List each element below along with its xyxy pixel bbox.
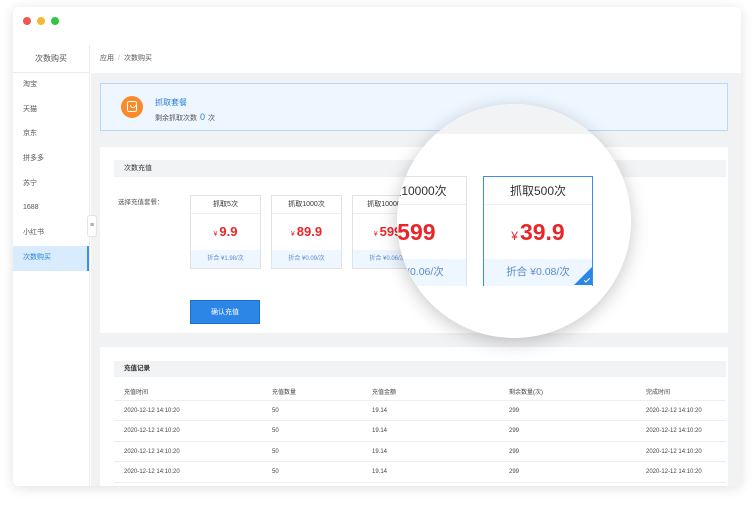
package-price: ¥599 bbox=[397, 205, 466, 259]
currency-symbol: ¥ bbox=[213, 231, 218, 238]
currency-symbol: ¥ bbox=[511, 229, 518, 243]
cell-finish-time: 2020-12-12 14:10:20 bbox=[646, 469, 702, 475]
remaining-unit: 次 bbox=[208, 115, 216, 122]
package-unit-price: 折合 ¥0.09/次 bbox=[272, 250, 341, 268]
table-row: 2020-12-12 14:10:20 50 19.14 299 2020-12… bbox=[114, 442, 726, 462]
package-price: ¥89.9 bbox=[272, 214, 341, 250]
cell-recharge-time: 2020-12-12 14:10:20 bbox=[124, 469, 180, 475]
table-row: 2020-12-12 14:10:20 50 19.14 299 2020-12… bbox=[114, 421, 726, 442]
sidebar-item-taobao[interactable]: 淘宝 bbox=[13, 73, 89, 98]
banner-title: 抓取套餐 bbox=[155, 98, 187, 107]
sidebar-item-suning[interactable]: 苏宁 bbox=[13, 172, 89, 197]
shopping-bag-icon bbox=[121, 96, 143, 118]
column-header: 完成时间 bbox=[646, 390, 671, 396]
package-card-1000[interactable]: 抓取1000次 ¥89.9 折合 ¥0.09/次 bbox=[271, 195, 342, 269]
cell-amount: 19.14 bbox=[372, 428, 388, 434]
column-header: 剩余数量(次) bbox=[509, 390, 543, 396]
cell-finish-time: 2020-12-12 14:10:20 bbox=[646, 407, 702, 414]
cell-recharge-time: 2020-12-12 14:10:20 bbox=[124, 428, 180, 434]
sidebar-item-tmall[interactable]: 天猫 bbox=[13, 98, 89, 123]
currency-symbol: ¥ bbox=[290, 231, 295, 238]
cell-remaining: 299 bbox=[509, 448, 520, 455]
records-panel: 充值记录 充值时间 充值数量 充值金额 剩余数量(次) 完成时间 2020-12… bbox=[100, 347, 728, 486]
table-header-row: 充值时间 充值数量 充值金额 剩余数量(次) 完成时间 bbox=[114, 380, 726, 401]
records-title: 充值记录 bbox=[114, 361, 726, 377]
cell-finish-time: 2020-12-12 14:10:20 bbox=[646, 448, 702, 455]
minimize-window-button[interactable] bbox=[37, 17, 45, 25]
sidebar-collapse-icon[interactable]: ≡ bbox=[87, 215, 97, 237]
cell-remaining: 299 bbox=[509, 407, 520, 414]
confirm-recharge-button[interactable]: 确认充值 bbox=[190, 300, 260, 324]
package-name: 抓取500次 bbox=[484, 177, 592, 205]
app-window: 次数购买 应用 / 次数购买 淘宝 天猫 京东 拼多多 苏宁 1688 小红书 次数… bbox=[13, 7, 741, 486]
cell-remaining: 299 bbox=[509, 469, 520, 475]
table-row: 2020-12-12 14:10:20 50 19.14 299 2020-12… bbox=[114, 401, 726, 421]
close-window-button[interactable] bbox=[23, 17, 31, 25]
table-row: 2020-12-12 14:10:20 50 19.14 299 2020-12… bbox=[114, 462, 726, 483]
column-header: 充值数量 bbox=[272, 390, 297, 396]
cell-remaining: 299 bbox=[509, 428, 520, 434]
cell-finish-time: 2020-12-12 14:10:20 bbox=[646, 428, 702, 434]
selected-corner-badge bbox=[574, 267, 592, 285]
breadcrumb-current: 次数购买 bbox=[123, 55, 152, 62]
sidebar-item-xiaohongshu[interactable]: 小红书 bbox=[13, 221, 89, 246]
magnifier-lens: 抓取10000次 ¥599 折合 ¥0.06/次 抓取500次 ¥39.9 折合… bbox=[397, 104, 631, 338]
sidebar: 淘宝 天猫 京东 拼多多 苏宁 1688 小红书 次数购买 bbox=[13, 73, 90, 486]
magnified-package-card-10000[interactable]: 抓取10000次 ¥599 折合 ¥0.06/次 bbox=[397, 176, 467, 286]
breadcrumb: 应用 / 次数购买 bbox=[100, 45, 152, 73]
sidebar-item-purchase[interactable]: 次数购买 bbox=[13, 245, 89, 271]
magnified-package-card-500[interactable]: 抓取500次 ¥39.9 折合 ¥0.08/次 bbox=[483, 176, 593, 286]
cell-quantity: 50 bbox=[272, 407, 279, 414]
breadcrumb-separator: / bbox=[118, 55, 120, 62]
cell-quantity: 50 bbox=[272, 448, 279, 455]
sidebar-item-pinduoduo[interactable]: 拼多多 bbox=[13, 147, 89, 172]
column-header: 充值金额 bbox=[372, 390, 397, 396]
remaining-number: 0 bbox=[200, 112, 206, 122]
cell-amount: 19.14 bbox=[372, 469, 388, 475]
cell-amount: 19.14 bbox=[372, 407, 388, 414]
cell-recharge-time: 2020-12-12 14:10:20 bbox=[124, 407, 180, 414]
price-value: 9.9 bbox=[219, 224, 238, 239]
package-price: ¥9.9 bbox=[191, 214, 260, 250]
breadcrumb-root[interactable]: 应用 bbox=[100, 55, 114, 62]
currency-symbol: ¥ bbox=[373, 231, 378, 238]
price-value: 39.9 bbox=[519, 219, 565, 245]
package-name: 抓取10000次 bbox=[397, 177, 466, 205]
records-table: 充值时间 充值数量 充值金额 剩余数量(次) 完成时间 2020-12-12 1… bbox=[114, 380, 726, 483]
sidebar-item-1688[interactable]: 1688 bbox=[13, 196, 89, 221]
column-header: 充值时间 bbox=[124, 390, 149, 396]
sidebar-item-jd[interactable]: 京东 bbox=[13, 122, 89, 147]
remaining-count: 剩余抓取次数 0 次 bbox=[155, 112, 215, 123]
maximize-window-button[interactable] bbox=[51, 17, 59, 25]
sidebar-header: 次数购买 bbox=[13, 45, 90, 73]
choose-package-label: 选择充值套餐： bbox=[118, 199, 164, 206]
package-price: ¥39.9 bbox=[484, 205, 592, 259]
cell-amount: 19.14 bbox=[372, 448, 388, 455]
price-value: 89.9 bbox=[296, 224, 323, 239]
package-name: 抓取5次 bbox=[191, 196, 260, 214]
cell-quantity: 50 bbox=[272, 469, 279, 475]
cell-recharge-time: 2020-12-12 14:10:20 bbox=[124, 448, 180, 455]
remaining-label: 剩余抓取次数 bbox=[155, 115, 197, 122]
package-card-5[interactable]: 抓取5次 ¥9.9 折合 ¥1.98/次 bbox=[190, 195, 261, 269]
title-bar bbox=[13, 7, 741, 37]
price-value: 599 bbox=[397, 219, 436, 245]
cell-quantity: 50 bbox=[272, 428, 279, 434]
package-unit-price: 折合 ¥1.98/次 bbox=[191, 250, 260, 268]
package-unit-price: 折合 ¥0.06/次 bbox=[397, 259, 466, 286]
package-name: 抓取1000次 bbox=[272, 196, 341, 214]
